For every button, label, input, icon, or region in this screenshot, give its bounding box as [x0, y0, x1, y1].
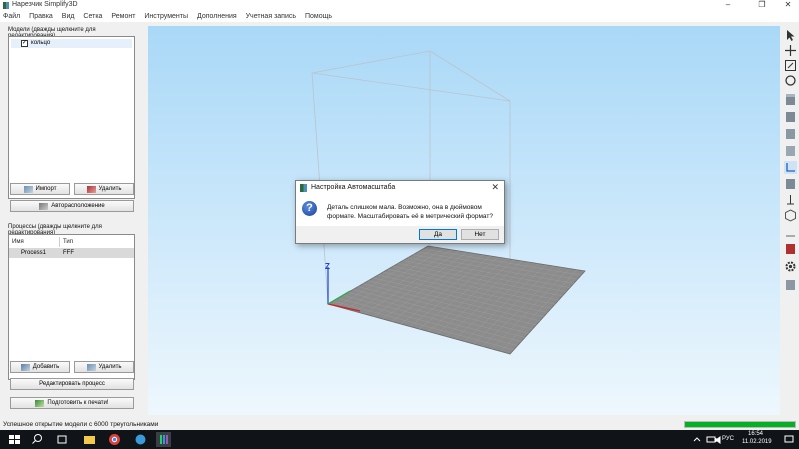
- view-front-icon[interactable]: [784, 110, 797, 123]
- column-header-type: Тип: [63, 239, 74, 245]
- dialog-app-icon: [300, 184, 307, 192]
- progress-fill: [685, 422, 795, 427]
- dialog-message: Деталь слишком мала. Возможно, она в дюй…: [327, 204, 494, 220]
- edit-process-button[interactable]: Редактировать процесс: [10, 378, 134, 390]
- table-row[interactable]: Process1 FFF: [9, 248, 134, 258]
- dialog-title: Настройка Автомасштаба: [311, 184, 396, 191]
- taskbar-app-icon[interactable]: [133, 432, 148, 447]
- left-panel: Модели (дважды щелкните для редактирован…: [0, 22, 144, 417]
- search-icon[interactable]: [30, 432, 45, 447]
- import-button[interactable]: Импорт: [10, 183, 70, 195]
- menu-file[interactable]: Файл: [3, 11, 20, 22]
- column-header-name: Имя: [12, 239, 24, 245]
- tray-chevron-icon[interactable]: [692, 432, 702, 447]
- import-icon: [23, 185, 33, 193]
- separator-icon: [784, 225, 797, 238]
- view-iso-icon[interactable]: [784, 93, 797, 106]
- axes-toggle-icon[interactable]: [784, 161, 797, 174]
- view-side-icon[interactable]: [784, 144, 797, 157]
- clock-date[interactable]: 11.02.2019: [742, 439, 772, 445]
- menu-repair[interactable]: Ремонт: [111, 11, 135, 22]
- preview-icon[interactable]: [784, 278, 797, 291]
- model-checkbox[interactable]: ✓: [21, 40, 28, 47]
- menu-edit[interactable]: Правка: [29, 11, 53, 22]
- restore-icon[interactable]: ❐: [752, 0, 772, 11]
- process-name: Process1: [21, 250, 47, 256]
- dialog-close-icon[interactable]: ✕: [491, 182, 499, 193]
- minimize-icon[interactable]: –: [718, 0, 738, 11]
- menu-help[interactable]: Помощь: [305, 11, 332, 22]
- arrange-icon: [39, 202, 49, 210]
- model-name: кольцо: [31, 40, 51, 46]
- question-icon: ?: [302, 201, 317, 216]
- title-bar: Нарезчик Simplify3D – ❐ ✕: [0, 0, 799, 11]
- cross-section-icon[interactable]: [784, 242, 797, 255]
- status-bar: Успешное открытие модели с 6000 треуголь…: [0, 419, 799, 430]
- app-icon: [3, 2, 9, 9]
- volume-icon[interactable]: [712, 432, 722, 447]
- close-icon[interactable]: ✕: [778, 0, 798, 11]
- delete-icon: [86, 185, 96, 193]
- simplify3d-taskbar-icon[interactable]: [156, 432, 171, 447]
- add-icon: [20, 363, 30, 371]
- add-process-button[interactable]: Добавить: [10, 361, 70, 373]
- clock-time[interactable]: 16:54: [748, 431, 763, 437]
- select-tool-icon[interactable]: [784, 29, 797, 42]
- bed-toggle-icon[interactable]: [784, 177, 797, 190]
- list-item[interactable]: ✓ кольцо: [11, 39, 132, 48]
- menu-bar: Файл Правка Вид Сетка Ремонт Инструменты…: [0, 11, 799, 22]
- progress-bar: [684, 421, 796, 428]
- windows-start-icon[interactable]: [7, 432, 22, 447]
- chrome-icon[interactable]: [107, 432, 122, 447]
- notifications-icon[interactable]: [784, 432, 794, 447]
- models-list[interactable]: ✓ кольцо: [8, 36, 135, 199]
- window-title: Нарезчик Simplify3D: [12, 1, 78, 8]
- rotate-tool-icon[interactable]: [784, 74, 797, 87]
- processes-table[interactable]: Имя Тип Process1 FFF: [8, 234, 135, 380]
- print-icon: [35, 399, 45, 407]
- no-button[interactable]: Нет: [461, 229, 499, 240]
- task-view-icon[interactable]: [55, 432, 70, 447]
- menu-mesh[interactable]: Сетка: [83, 11, 102, 22]
- autoarrange-button[interactable]: Авторасположение: [10, 200, 134, 212]
- scale-tool-icon[interactable]: [784, 59, 797, 72]
- prepare-to-print-button[interactable]: Подготовить к печати!: [10, 397, 134, 409]
- taskbar: РУС 16:54 11.02.2019: [0, 430, 799, 449]
- autoscale-dialog: Настройка Автомасштаба ✕ ? Деталь слишко…: [295, 180, 505, 244]
- dialog-footer: Да Нет: [296, 226, 504, 243]
- delete-process-button[interactable]: Удалить: [74, 361, 134, 373]
- view-top-icon[interactable]: [784, 127, 797, 140]
- menu-account[interactable]: Учетная запись: [246, 11, 296, 22]
- settings-gear-icon[interactable]: [784, 260, 797, 273]
- cube-icon[interactable]: [784, 209, 797, 222]
- right-toolbar: [782, 26, 799, 415]
- delete-icon: [86, 363, 96, 371]
- status-message: Успешное открытие модели с 6000 треуголь…: [3, 421, 159, 428]
- menu-view[interactable]: Вид: [62, 11, 75, 22]
- menu-addons[interactable]: Дополнения: [197, 11, 237, 22]
- supports-icon[interactable]: [784, 193, 797, 206]
- menu-tools[interactable]: Инструменты: [144, 11, 188, 22]
- delete-model-button[interactable]: Удалить: [74, 183, 134, 195]
- z-axis-label: Z: [325, 262, 330, 271]
- move-tool-icon[interactable]: [784, 44, 797, 57]
- process-type: FFF: [63, 250, 74, 256]
- language-indicator[interactable]: РУС: [722, 436, 734, 442]
- file-explorer-icon[interactable]: [82, 432, 97, 447]
- yes-button[interactable]: Да: [419, 229, 457, 240]
